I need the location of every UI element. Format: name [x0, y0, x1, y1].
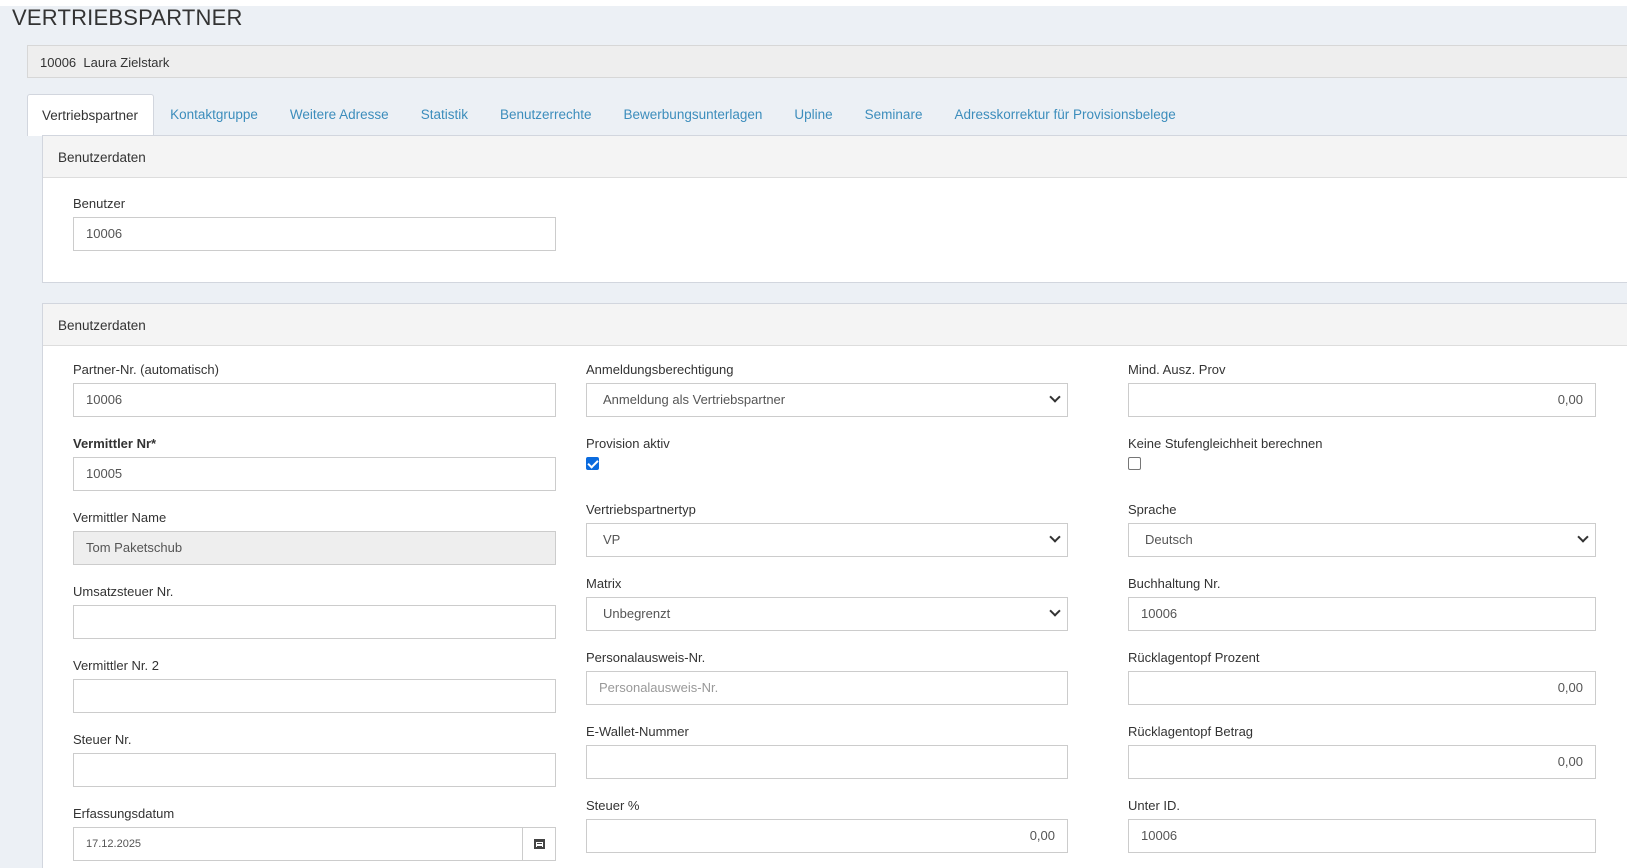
unter-id-label: Unter ID.	[1128, 798, 1181, 813]
panel-heading: Benutzerdaten	[43, 304, 1627, 346]
vermittler-name-label: Vermittler Name	[73, 510, 167, 525]
umsatzsteuer-input[interactable]	[73, 605, 556, 639]
buchhaltung-label: Buchhaltung Nr.	[1128, 576, 1221, 591]
vermittler-nr-label: Vermittler Nr*	[73, 436, 157, 451]
chevron-down-icon	[1049, 605, 1061, 617]
steuer-pct-field: Steuer % 0,00	[586, 798, 1068, 853]
date-group: 17.12.2025	[73, 827, 556, 861]
tab-bewerbungsunterlagen[interactable]: Bewerbungsunterlagen	[608, 94, 779, 136]
provision-label: Provision aktiv	[586, 436, 670, 451]
benutzer-panel: Benutzerdaten Benutzer 10006	[42, 135, 1627, 283]
partner-name: Laura Zielstark	[83, 55, 170, 70]
provision-checkbox[interactable]	[586, 457, 599, 470]
tab-upline[interactable]: Upline	[778, 94, 848, 136]
stufen-label: Keine Stufengleichheit berechnen	[1128, 436, 1323, 451]
ruecklage-pct-input[interactable]: 0,00	[1128, 671, 1596, 705]
ruecklage-betrag-field: Rücklagentopf Betrag 0,00	[1128, 724, 1596, 779]
vp-typ-select[interactable]: VP	[586, 523, 1068, 557]
sprache-field: Sprache Deutsch	[1128, 502, 1596, 557]
partner-nr-input[interactable]: 10006	[73, 383, 556, 417]
calendar-button[interactable]	[523, 827, 556, 861]
umsatzsteuer-label: Umsatzsteuer Nr.	[73, 584, 174, 599]
tab-vertriebspartner[interactable]: Vertriebspartner	[27, 94, 155, 136]
steuer-nr-label: Steuer Nr.	[73, 732, 132, 747]
tab-bar: Vertriebspartner Kontaktgruppe Weitere A…	[27, 94, 1192, 136]
matrix-select[interactable]: Unbegrenzt	[586, 597, 1068, 631]
umsatzsteuer-field: Umsatzsteuer Nr.	[73, 584, 556, 639]
benutzerdaten-panel: Benutzerdaten Partner-Nr. (automatisch) …	[42, 303, 1627, 868]
mind-ausz-input[interactable]: 0,00	[1128, 383, 1596, 417]
tab-benutzerrechte[interactable]: Benutzerrechte	[484, 94, 608, 136]
panel-heading: Benutzerdaten	[43, 136, 1627, 178]
erfassungsdatum-input[interactable]: 17.12.2025	[73, 827, 523, 861]
mind-ausz-label: Mind. Ausz. Prov	[1128, 362, 1226, 377]
sprache-select[interactable]: Deutsch	[1128, 523, 1596, 557]
vermittler-nr2-label: Vermittler Nr. 2	[73, 658, 159, 673]
top-strip	[0, 0, 1627, 6]
vermittler-name-field: Vermittler Name Tom Paketschub	[73, 510, 556, 565]
stufen-field: Keine Stufengleichheit berechnen	[1128, 436, 1596, 470]
vermittler-name-input: Tom Paketschub	[73, 531, 556, 565]
calendar-icon	[533, 839, 545, 849]
anmeldung-field: Anmeldungsberechtigung Anmeldung als Ver…	[586, 362, 1068, 417]
vermittler-nr-input[interactable]: 10005	[73, 457, 556, 491]
tab-seminare[interactable]: Seminare	[849, 94, 939, 136]
unter-id-field: Unter ID. 10006	[1128, 798, 1596, 853]
buchhaltung-input[interactable]: 10006	[1128, 597, 1596, 631]
ewallet-field: E-Wallet-Nummer	[586, 724, 1068, 779]
ruecklage-pct-label: Rücklagentopf Prozent	[1128, 650, 1260, 665]
vermittler-nr2-field: Vermittler Nr. 2	[73, 658, 556, 713]
anmeldung-selected-value: Anmeldung als Vertriebspartner	[603, 392, 786, 407]
erfassungsdatum-field: Erfassungsdatum 17.12.2025	[73, 806, 556, 861]
benutzer-input[interactable]: 10006	[73, 217, 556, 251]
steuer-pct-label: Steuer %	[586, 798, 640, 813]
chevron-down-icon	[1049, 531, 1061, 543]
buchhaltung-field: Buchhaltung Nr. 10006	[1128, 576, 1596, 631]
partner-nr-field: Partner-Nr. (automatisch) 10006	[73, 362, 556, 417]
steuer-pct-input[interactable]: 0,00	[586, 819, 1068, 853]
steuer-nr-input[interactable]	[73, 753, 556, 787]
partner-id: 10006	[40, 55, 77, 70]
matrix-field: Matrix Unbegrenzt	[586, 576, 1068, 631]
vermittler-nr2-input[interactable]	[73, 679, 556, 713]
ruecklage-betrag-label: Rücklagentopf Betrag	[1128, 724, 1254, 739]
tab-adresskorrektur[interactable]: Adresskorrektur für Provisionsbelege	[938, 94, 1191, 136]
tab-statistik[interactable]: Statistik	[405, 94, 484, 136]
vermittler-nr-field: Vermittler Nr* 10005	[73, 436, 556, 491]
ausweis-label: Personalausweis-Nr.	[586, 650, 706, 665]
vp-typ-field: Vertriebspartnertyp VP	[586, 502, 1068, 557]
tab-weitere-adresse[interactable]: Weitere Adresse	[274, 94, 405, 136]
matrix-label: Matrix	[586, 576, 622, 591]
benutzer-field: Benutzer 10006	[73, 196, 556, 251]
unter-id-input[interactable]: 10006	[1128, 819, 1596, 853]
partner-nr-label: Partner-Nr. (automatisch)	[73, 362, 219, 377]
matrix-selected-value: Unbegrenzt	[603, 606, 671, 621]
sprache-label: Sprache	[1128, 502, 1177, 517]
chevron-down-icon	[1577, 531, 1589, 543]
ewallet-input[interactable]	[586, 745, 1068, 779]
ruecklage-betrag-input[interactable]: 0,00	[1128, 745, 1596, 779]
sprache-selected-value: Deutsch	[1145, 532, 1193, 547]
ewallet-label: E-Wallet-Nummer	[586, 724, 689, 739]
erfassungsdatum-label: Erfassungsdatum	[73, 806, 175, 821]
vp-typ-label: Vertriebspartnertyp	[586, 502, 696, 517]
tab-kontaktgruppe[interactable]: Kontaktgruppe	[154, 94, 274, 136]
page-title: VERTRIEBSPARTNER	[12, 5, 243, 30]
chevron-down-icon	[1049, 391, 1061, 403]
partner-info-bar: 10006 Laura Zielstark	[27, 45, 1627, 78]
provision-field: Provision aktiv	[586, 436, 1068, 470]
ausweis-input[interactable]: Personalausweis-Nr.	[586, 671, 1068, 705]
steuer-nr-field: Steuer Nr.	[73, 732, 556, 787]
ausweis-field: Personalausweis-Nr. Personalausweis-Nr.	[586, 650, 1068, 705]
ruecklage-pct-field: Rücklagentopf Prozent 0,00	[1128, 650, 1596, 705]
stufen-checkbox[interactable]	[1128, 457, 1141, 470]
vp-typ-selected-value: VP	[603, 532, 621, 547]
anmeldung-label: Anmeldungsberechtigung	[586, 362, 734, 377]
benutzer-label: Benutzer	[73, 196, 126, 211]
mind-ausz-field: Mind. Ausz. Prov 0,00	[1128, 362, 1596, 417]
anmeldung-select[interactable]: Anmeldung als Vertriebspartner	[586, 383, 1068, 417]
